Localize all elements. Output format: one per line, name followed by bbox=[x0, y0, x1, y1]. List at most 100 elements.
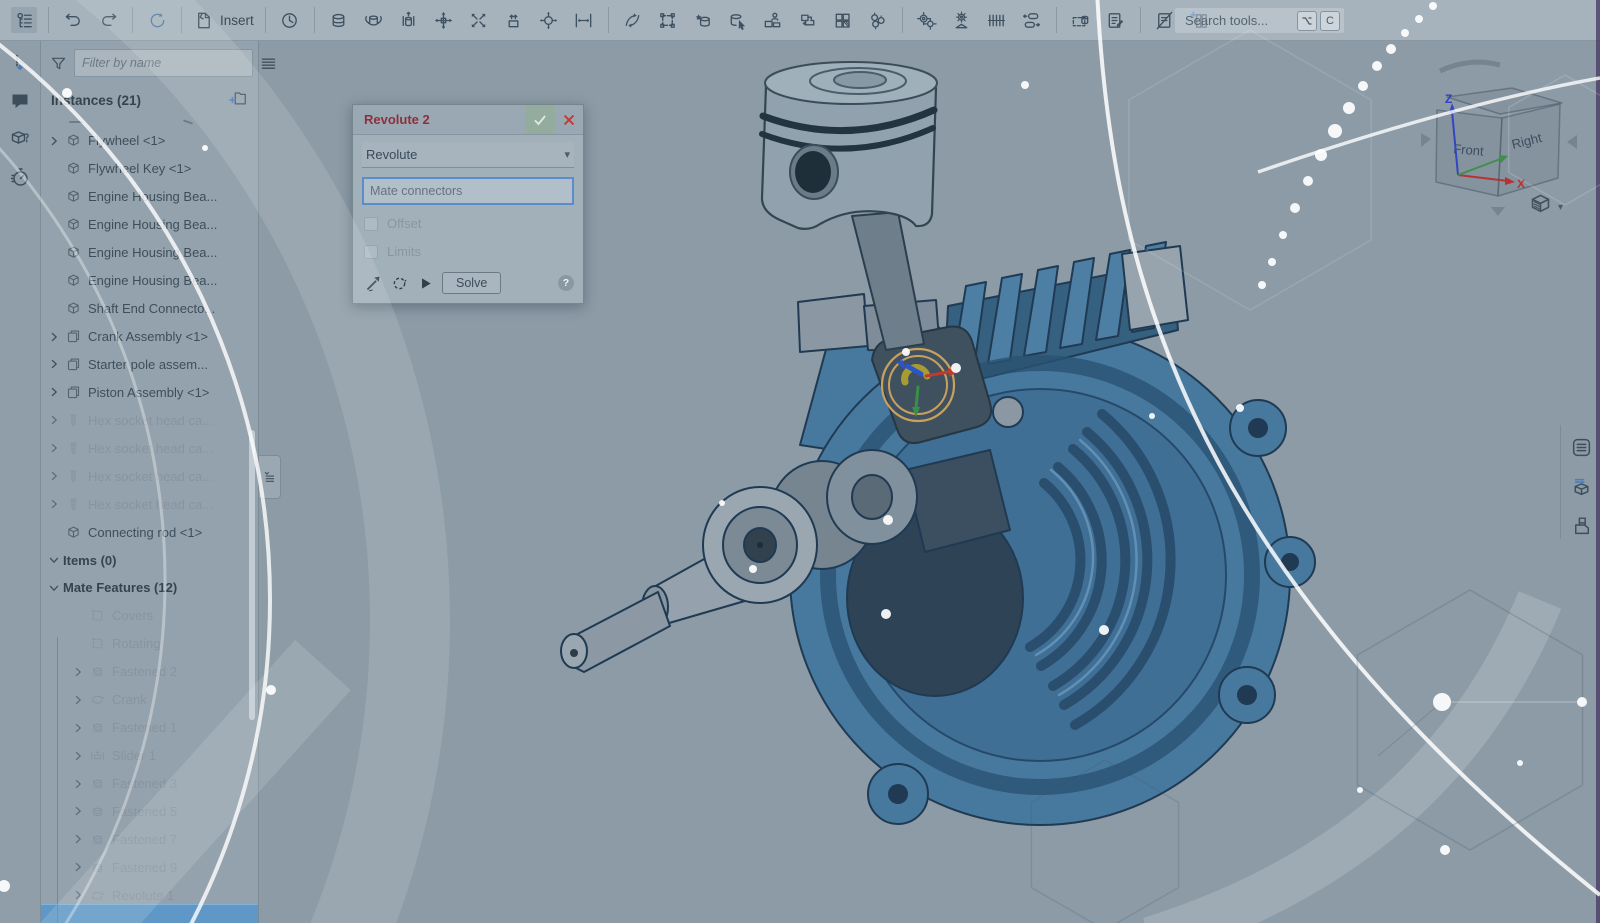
chevron-right-icon[interactable] bbox=[69, 694, 87, 706]
limits-checkbox[interactable]: Limits bbox=[364, 244, 574, 259]
mate-connectors-input[interactable] bbox=[364, 184, 572, 198]
expand-arrows-icon[interactable] bbox=[466, 7, 492, 33]
pattern-grid-icon[interactable] bbox=[830, 7, 856, 33]
comb-icon[interactable] bbox=[984, 7, 1010, 33]
tree-item[interactable]: Connecting rod <1> bbox=[41, 518, 258, 546]
tree-item[interactable]: Flywheel <1> bbox=[41, 127, 258, 155]
tree-item[interactable]: Covers bbox=[41, 602, 258, 630]
tree-section[interactable]: Mate Features (12) bbox=[41, 574, 258, 602]
tree-item[interactable]: Fastened 5 bbox=[41, 798, 258, 826]
tree-item-selected[interactable] bbox=[41, 904, 258, 923]
sidebar-scrollbar[interactable] bbox=[249, 430, 255, 720]
offset-checkbox[interactable]: Offset bbox=[364, 216, 574, 231]
tree-item[interactable]: Engine Housing Bea... bbox=[41, 239, 258, 267]
close-button[interactable] bbox=[555, 105, 583, 134]
panel-collapse-tab[interactable] bbox=[258, 455, 281, 499]
chevron-right-icon[interactable] bbox=[69, 805, 87, 817]
transform-box-icon[interactable] bbox=[655, 7, 681, 33]
user-parts-icon[interactable] bbox=[760, 7, 786, 33]
tree-item[interactable]: Slider 1 bbox=[41, 742, 258, 770]
panel-list-icon[interactable] bbox=[1567, 433, 1595, 461]
search-tools-input[interactable] bbox=[1183, 12, 1294, 29]
note-doc-icon[interactable] bbox=[1103, 7, 1129, 33]
chevron-right-icon[interactable] bbox=[69, 778, 87, 790]
width-arrows-icon[interactable] bbox=[571, 7, 597, 33]
tree-item[interactable]: Rotating bbox=[41, 630, 258, 658]
tree-item[interactable]: Fastened 3 bbox=[41, 770, 258, 798]
tree-item[interactable]: Crank Assembly <1> bbox=[41, 323, 258, 351]
mate-dots-icon[interactable] bbox=[7, 50, 33, 76]
toggle-arrows-icon[interactable] bbox=[1019, 7, 1045, 33]
doc-strike-icon[interactable] bbox=[1152, 7, 1178, 33]
panel-part-icon[interactable] bbox=[1567, 511, 1595, 539]
gear-cluster-icon[interactable] bbox=[865, 7, 891, 33]
solve-button[interactable]: Solve bbox=[442, 272, 501, 294]
move-cross-icon[interactable] bbox=[431, 7, 457, 33]
chevron-right-icon[interactable] bbox=[69, 750, 87, 762]
list-view-icon[interactable] bbox=[259, 54, 278, 73]
tree-item[interactable]: Crank bbox=[41, 686, 258, 714]
accept-button[interactable] bbox=[525, 105, 555, 134]
chevron-right-icon[interactable] bbox=[45, 331, 63, 343]
chevron-right-icon[interactable] bbox=[69, 833, 87, 845]
tree-item[interactable]: Hex socket head ca... bbox=[41, 490, 258, 518]
tree-item[interactable]: Fastened 7 bbox=[41, 825, 258, 853]
viewcube-front-face[interactable]: Front bbox=[1453, 141, 1485, 159]
chevron-right-icon[interactable] bbox=[45, 358, 63, 370]
chevron-down-icon[interactable] bbox=[45, 554, 63, 566]
curved-arrows-icon[interactable] bbox=[620, 7, 646, 33]
tree-item[interactable]: Flywheel Key <1> bbox=[41, 155, 258, 183]
chevron-right-icon[interactable] bbox=[45, 135, 63, 147]
box-question-icon[interactable] bbox=[7, 126, 33, 152]
filter-by-name-input[interactable] bbox=[74, 49, 253, 77]
chat-icon[interactable] bbox=[7, 88, 33, 114]
model-tree-icon[interactable] bbox=[11, 7, 37, 33]
star-cylinder-icon[interactable] bbox=[690, 7, 716, 33]
tree-item[interactable]: Fastened 2 bbox=[41, 658, 258, 686]
new-folder-icon[interactable] bbox=[228, 88, 248, 113]
tree-item[interactable]: Starter pole assem... bbox=[41, 351, 258, 379]
insert-button[interactable]: Insert bbox=[193, 10, 254, 31]
filter-funnel-icon[interactable] bbox=[49, 54, 68, 73]
panel-box-grid-icon[interactable] bbox=[1567, 472, 1595, 500]
tree-item[interactable]: Hex socket head ca... bbox=[41, 462, 258, 490]
rollback-icon[interactable] bbox=[144, 7, 170, 33]
cylinder-icon[interactable] bbox=[326, 7, 352, 33]
mate-type-dropdown[interactable]: Revolute ▾ bbox=[362, 142, 574, 168]
paste-parts-icon[interactable] bbox=[795, 7, 821, 33]
help-icon[interactable]: ? bbox=[558, 275, 574, 291]
rotate-preview-icon[interactable] bbox=[390, 274, 409, 293]
chevron-right-icon[interactable] bbox=[45, 442, 63, 454]
stopwatch-icon[interactable] bbox=[7, 164, 33, 190]
revolve-cylinder-icon[interactable] bbox=[361, 7, 387, 33]
chevron-right-icon[interactable] bbox=[69, 666, 87, 678]
frame-cylinder-icon[interactable] bbox=[1068, 7, 1094, 33]
pin-cylinder-icon[interactable] bbox=[396, 7, 422, 33]
undo-icon[interactable] bbox=[60, 7, 86, 33]
mate-connectors-field[interactable] bbox=[362, 177, 574, 205]
tree-item[interactable]: Piston Assembly <1> bbox=[41, 378, 258, 406]
redo-icon[interactable] bbox=[95, 7, 121, 33]
gear-star-icon[interactable] bbox=[949, 7, 975, 33]
view-options-button[interactable]: ▾ bbox=[1528, 192, 1563, 222]
tree-item[interactable]: Shaft End Connecto... bbox=[41, 295, 258, 323]
chevron-right-icon[interactable] bbox=[69, 861, 87, 873]
tree-item[interactable]: Hex socket head ca... bbox=[41, 406, 258, 434]
gears-icon[interactable] bbox=[914, 7, 940, 33]
chevron-down-icon[interactable] bbox=[45, 582, 63, 594]
search-tools-box[interactable]: C bbox=[1175, 8, 1344, 33]
animate-play-icon[interactable] bbox=[416, 274, 435, 293]
tree-section[interactable]: Items (0) bbox=[41, 546, 258, 574]
chevron-right-icon[interactable] bbox=[45, 414, 63, 426]
mate-connector-arrow-icon[interactable] bbox=[364, 274, 383, 293]
crosshair-move-icon[interactable] bbox=[536, 7, 562, 33]
tree-item[interactable]: Engine Housing Bea... bbox=[41, 183, 258, 211]
tree-item[interactable]: Hex socket head ca... bbox=[41, 434, 258, 462]
tree-item[interactable]: Fastened 1 bbox=[41, 714, 258, 742]
tree-item[interactable]: Engine Housing Bea... bbox=[41, 211, 258, 239]
tree-item[interactable]: Fastened 9 bbox=[41, 853, 258, 881]
chevron-right-icon[interactable] bbox=[69, 722, 87, 734]
select-cylinder-icon[interactable] bbox=[725, 7, 751, 33]
chevron-right-icon[interactable] bbox=[45, 498, 63, 510]
clock-icon[interactable] bbox=[277, 7, 303, 33]
